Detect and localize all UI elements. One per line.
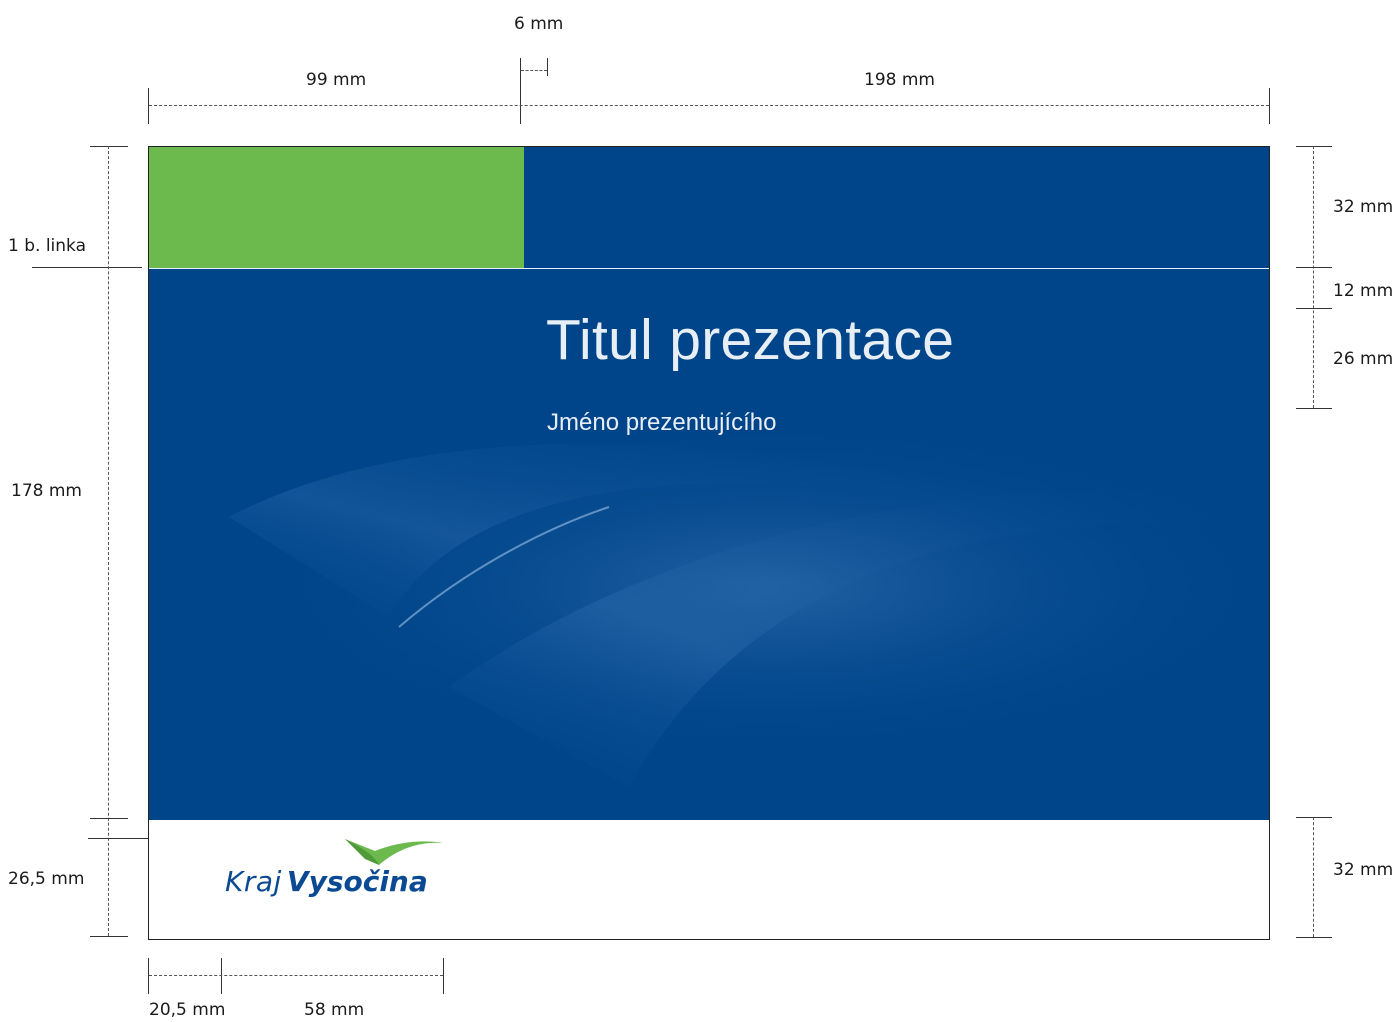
logo-text: Kraj Vysočina: [225, 865, 428, 898]
dim-left-tick-bottom: [90, 936, 128, 937]
dim-top-left-width-label: 99 mm: [306, 70, 367, 90]
dim-left-bottom-height-label: 26,5 mm: [8, 869, 85, 889]
dim-right-tick-3: [1296, 308, 1332, 309]
dim-right-gap-label: 12 mm: [1333, 281, 1394, 301]
logo: Kraj Vysočina: [225, 835, 455, 915]
slide-template: Titul prezentace Jméno prezentujícího Kr…: [148, 146, 1270, 940]
dim-bottom-tick-start: [148, 958, 149, 994]
dim-right-title-height-label: 26 mm: [1333, 349, 1394, 369]
logo-word-kraj: Kraj: [225, 865, 282, 898]
dim-top-width-line: [149, 105, 1269, 106]
dim-right-tick-4: [1296, 408, 1332, 409]
dim-bottom-logo-width-label: 58 mm: [304, 1000, 365, 1020]
green-header-block: [149, 147, 524, 268]
dim-bottom-tick-mid: [221, 958, 222, 994]
dim-left-tick-top: [90, 146, 128, 147]
dim-right-line-1: [1313, 146, 1314, 408]
dim-right-line-2: [1313, 817, 1314, 937]
logo-word-vysocina: Vysočina: [286, 865, 428, 898]
dim-right-tick-5: [1296, 817, 1332, 818]
dim-top-tick-start: [148, 88, 149, 124]
dim-left-line-label: 1 b. linka: [8, 236, 87, 256]
dim-top-gap-line: [521, 70, 547, 71]
header-divider-line: [149, 268, 1269, 269]
dim-bottom-tick-end: [443, 958, 444, 994]
dim-right-tick-6: [1296, 937, 1332, 938]
dim-top-right-width-label: 198 mm: [864, 70, 935, 90]
dim-top-gap-label: 6 mm: [514, 14, 564, 34]
dim-left-main-height-label: 178 mm: [11, 481, 82, 501]
dim-left-tick-mid: [90, 818, 128, 819]
dim-top-gap-tick-right: [547, 58, 548, 76]
dim-left-line-marker: [32, 267, 142, 268]
slide-blue-area: Titul prezentace Jméno prezentujícího: [149, 147, 1269, 820]
dim-right-bottom-height-label: 32 mm: [1333, 860, 1394, 880]
dim-bottom-line: [149, 975, 443, 976]
dim-top-tick-end: [1269, 88, 1270, 124]
dim-right-top-height-label: 32 mm: [1333, 197, 1394, 217]
slide-title: Titul prezentace: [546, 308, 955, 372]
dim-bottom-margin-label: 20,5 mm: [149, 1000, 226, 1020]
dim-right-tick-2: [1296, 267, 1332, 268]
dim-right-tick-1: [1296, 146, 1332, 147]
dim-top-gap-tick-left: [520, 58, 521, 124]
slide-subtitle: Jméno prezentujícího: [547, 409, 777, 436]
